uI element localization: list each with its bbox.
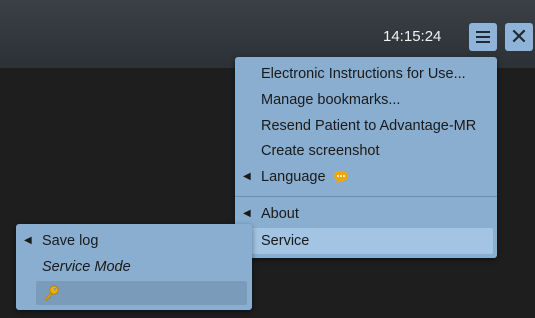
speech-bubble-icon [333, 170, 348, 184]
menu-item-language[interactable]: ◀ Language [235, 164, 497, 190]
hamburger-icon [476, 28, 490, 46]
menu-item-label: About [261, 206, 299, 222]
menu-item-about[interactable]: ◀ About [235, 201, 497, 227]
submenu-item-service-mode[interactable]: Service Mode [16, 254, 252, 280]
main-menu: Electronic Instructions for Use... Manag… [235, 57, 497, 258]
menu-item-label: Electronic Instructions for Use... [261, 66, 466, 82]
menu-separator [235, 196, 497, 197]
menu-item-label: Create screenshot [261, 143, 380, 159]
menu-item-label: Resend Patient to Advantage-MR [261, 118, 477, 134]
submenu-arrow-icon: ◀ [243, 171, 251, 182]
submenu-item-key[interactable] [36, 281, 247, 305]
key-icon [44, 285, 59, 302]
submenu-arrow-icon: ◀ [24, 235, 32, 246]
service-submenu: ◀ Save log Service Mode [16, 224, 252, 310]
menu-item-label: Manage bookmarks... [261, 92, 401, 108]
menu-item-resend-patient[interactable]: Resend Patient to Advantage-MR [235, 113, 497, 139]
menu-item-create-screenshot[interactable]: Create screenshot [235, 138, 497, 164]
clock-time: 14:15:24 [383, 28, 442, 45]
menu-item-label: Service [261, 233, 310, 249]
main-menu-button[interactable] [469, 23, 497, 51]
close-button[interactable]: ✕ [505, 23, 533, 51]
submenu-item-label: Save log [42, 233, 99, 249]
menu-item-manage-bookmarks[interactable]: Manage bookmarks... [235, 87, 497, 113]
menu-item-service[interactable]: Service [239, 228, 493, 254]
close-icon: ✕ [509, 24, 529, 49]
menu-item-label: Language [261, 169, 326, 185]
submenu-item-save-log[interactable]: ◀ Save log [16, 228, 252, 254]
menu-item-electronic-ifu[interactable]: Electronic Instructions for Use... [235, 61, 497, 87]
submenu-item-label: Service Mode [42, 259, 131, 275]
